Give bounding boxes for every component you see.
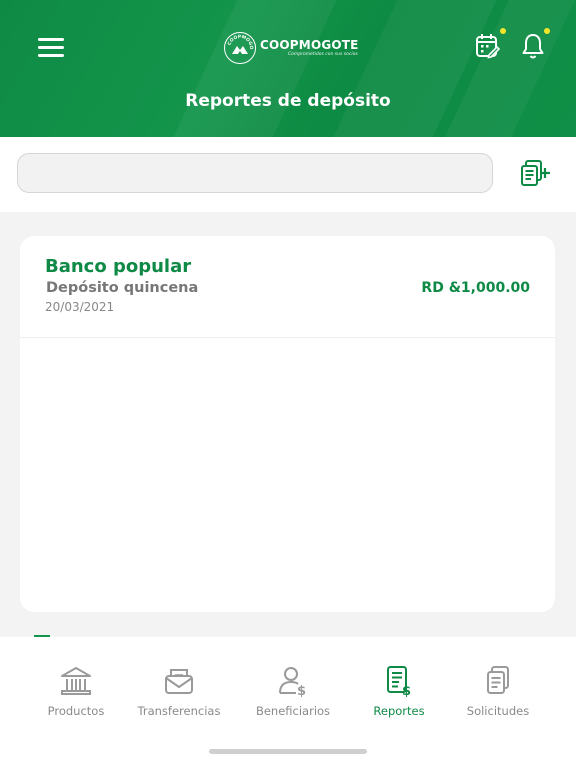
documents-icon [487,666,509,694]
search-input[interactable] [17,153,493,193]
report-bank: Banco popular [45,256,192,277]
search-bar [0,137,576,212]
svg-text:COOPMOGOTE: COOPMOGOTE [226,34,254,50]
envelope-transfer-icon [165,669,193,694]
home-indicator[interactable] [209,749,367,754]
svg-text:$: $ [402,684,411,697]
nav-transferencias[interactable]: Transferencias [124,665,234,718]
nav-label: Transferencias [137,704,221,718]
nav-productos[interactable]: Productos [21,665,131,718]
nav-label: Reportes [373,704,425,718]
reports-list: Banco popular Depósito quincena 20/03/20… [20,236,555,612]
add-report-button[interactable] [520,159,552,189]
nav-solicitudes[interactable]: Solicitudes [443,665,553,718]
report-date: 20/03/2021 [45,300,115,314]
brand-logo: COOPMOGOTE COOPMOGOTE Comprometidos con … [224,30,359,66]
report-amount: RD &1,000.00 [421,280,530,296]
report-item[interactable]: Banco popular Depósito quincena 20/03/20… [20,236,555,338]
notifications-button[interactable] [521,32,547,60]
brand-tagline: Comprometidos con sus socios [288,51,358,57]
nav-beneficiarios[interactable]: $ Beneficiarios [238,665,348,718]
calendar-button[interactable] [475,32,501,60]
report-description: Depósito quincena [46,280,199,296]
nav-label: Solicitudes [466,704,530,718]
nav-label: Productos [47,704,105,718]
logo-ring-text: COOPMOGOTE [226,34,254,50]
add-document-icon [521,160,550,186]
notification-dot [544,28,550,34]
bell-icon [522,34,544,59]
page-title: Reportes de depósito [185,91,391,111]
user-dollar-icon: $ [279,667,306,697]
nav-reportes[interactable]: $ Reportes [344,665,454,718]
svg-text:$: $ [297,684,306,697]
brand-name: COOPMOGOTE [260,37,359,52]
app-header: COOPMOGOTE COOPMOGOTE Comprometidos con … [0,0,576,137]
nav-label: Beneficiarios [255,704,331,718]
logo-emblem-icon: COOPMOGOTE [224,32,256,64]
menu-button[interactable] [38,36,66,58]
bank-icon [61,667,91,695]
calendar-edit-icon [476,34,501,59]
calendar-notification-dot [500,28,506,34]
header-decoration [149,0,341,137]
report-dollar-icon: $ [387,666,411,697]
